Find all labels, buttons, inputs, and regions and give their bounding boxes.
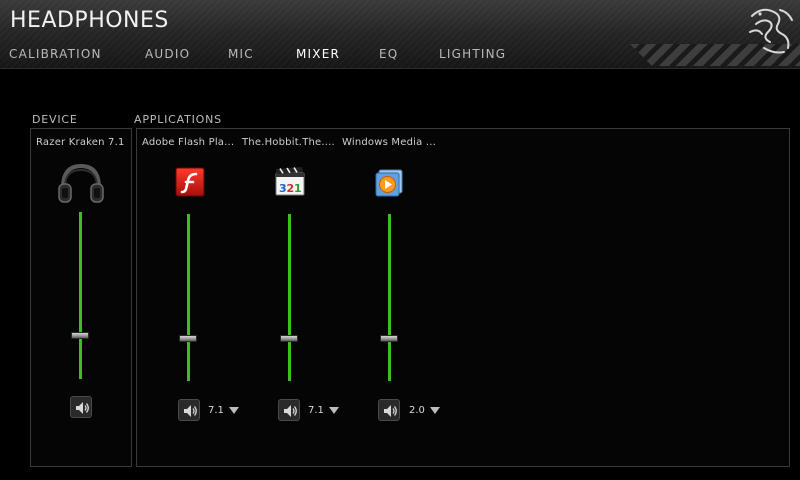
app-volume-track[interactable] [388, 214, 391, 381]
app-mute-button[interactable] [178, 399, 200, 421]
device-mute-button[interactable] [70, 396, 92, 418]
channel-value: 7.1 [308, 405, 324, 416]
flash-player-icon [175, 167, 205, 197]
applications-section-label: APPLICATIONS [134, 113, 222, 126]
tab-eq[interactable]: EQ [379, 47, 398, 61]
tab-audio[interactable]: AUDIO [145, 47, 190, 61]
svg-text:2: 2 [287, 182, 295, 195]
channel-value: 2.0 [409, 405, 425, 416]
header-bar: HEADPHONES CALIBRATION AUDIO MIC MIXER E… [0, 0, 800, 69]
tab-lighting[interactable]: LIGHTING [439, 47, 506, 61]
channel-dropdown-arrow-icon[interactable] [229, 407, 239, 414]
device-name: Razer Kraken 7.1 [36, 137, 125, 148]
channel-value: 7.1 [208, 405, 224, 416]
svg-text:3: 3 [279, 182, 287, 195]
svg-text:1: 1 [294, 182, 302, 195]
device-volume-thumb[interactable] [71, 332, 89, 339]
app-volume-track[interactable] [187, 214, 190, 381]
app-volume-thumb[interactable] [380, 335, 398, 342]
speaker-icon [76, 402, 89, 414]
app-mute-button[interactable] [378, 399, 400, 421]
app-name: Adobe Flash Pla... [142, 137, 235, 148]
device-section-label: DEVICE [32, 113, 78, 126]
app-volume-track[interactable] [288, 214, 291, 381]
app-volume-thumb[interactable] [280, 335, 298, 342]
tab-mixer[interactable]: MIXER [296, 47, 340, 61]
app-name: Windows Media ... [342, 137, 436, 148]
applications-panel: Adobe Flash Pla... 7.1 The.Hobbit.The...… [136, 128, 790, 467]
channel-dropdown-arrow-icon[interactable] [329, 407, 339, 414]
windows-media-player-icon [375, 169, 403, 197]
device-volume-track[interactable] [79, 212, 82, 379]
app-volume-thumb[interactable] [179, 335, 197, 342]
speaker-icon [284, 405, 297, 417]
channel-dropdown-arrow-icon[interactable] [430, 407, 440, 414]
app-mute-button[interactable] [278, 399, 300, 421]
page-title: HEADPHONES [10, 8, 169, 33]
tab-calibration[interactable]: CALIBRATION [9, 47, 102, 61]
media-player-classic-icon: 3 2 1 [275, 167, 305, 196]
razer-logo-icon [749, 8, 793, 54]
tab-mic[interactable]: MIC [228, 47, 254, 61]
headset-icon [58, 163, 104, 203]
app-name: The.Hobbit.The.... [242, 137, 335, 148]
device-panel: Razer Kraken 7.1 [30, 128, 132, 467]
speaker-icon [184, 405, 197, 417]
speaker-icon [384, 405, 397, 417]
